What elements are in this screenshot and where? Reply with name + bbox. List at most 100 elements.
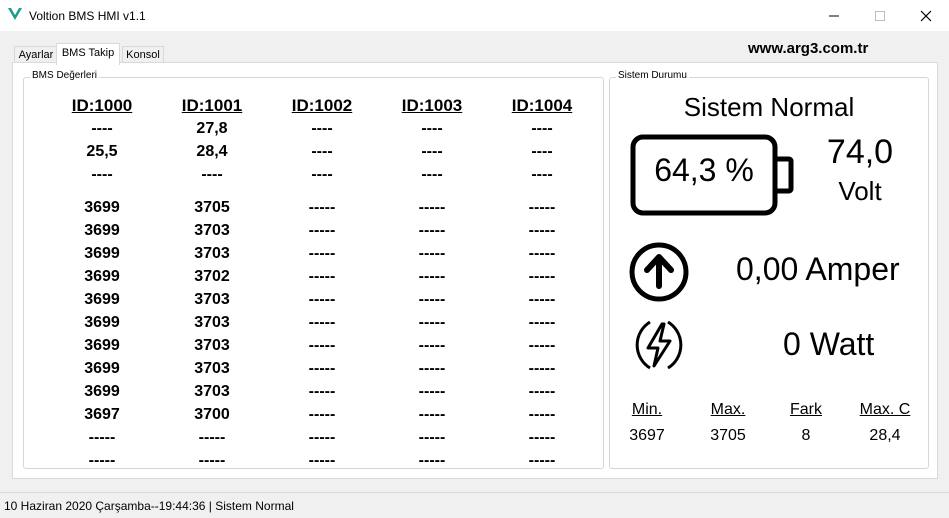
bms-cell-voltage: -----	[528, 337, 556, 354]
bms-cell-voltage: -----	[418, 268, 446, 285]
bms-temp-cell: ----	[311, 120, 333, 137]
bms-cell-voltage: 3699	[84, 314, 120, 331]
bms-spacer	[382, 186, 482, 196]
maximize-icon	[875, 10, 885, 21]
bms-values-group: BMS Değerleri ID:1000 ---- 25,5 ---- 3699 369…	[23, 70, 604, 472]
diff-label: Fark	[790, 401, 822, 418]
close-icon	[920, 10, 932, 21]
bms-cell-voltage: 3699	[84, 337, 120, 354]
bms-cell-voltage: -----	[528, 222, 556, 239]
bms-cell-voltage: -----	[528, 268, 556, 285]
bms-temp-cell: ----	[421, 166, 443, 183]
bms-column: ID:1001 27,8 28,4 ---- 3705 3703 3703 3702 3703 3…	[162, 94, 262, 472]
bms-column: ID:1002 ---- ---- ---- ----- ----- ----- ----- -…	[272, 94, 372, 472]
bms-cell-voltage: -----	[528, 291, 556, 308]
bms-cell-voltage: -----	[418, 360, 446, 377]
tab-bms-takip[interactable]: BMS Takip	[56, 43, 120, 65]
tab-panel: BMS Değerleri ID:1000 ---- 25,5 ---- 3699 369…	[12, 62, 938, 479]
bms-cell-voltage: 3699	[84, 245, 120, 262]
max-value: 3705	[710, 427, 746, 444]
bms-cell-voltage: -----	[88, 452, 116, 469]
bms-cell-voltage: -----	[528, 360, 556, 377]
bms-cell-voltage: 3703	[194, 383, 230, 400]
bms-cell-voltage: -----	[88, 429, 116, 446]
bms-column-header: ID:1000	[71, 96, 133, 115]
bms-cell-voltage: -----	[528, 429, 556, 446]
bms-cell-voltage: -----	[198, 452, 226, 469]
bms-cell-voltage: -----	[308, 452, 336, 469]
bms-cell-voltage: 3699	[84, 360, 120, 377]
bms-cell-voltage: -----	[418, 245, 446, 262]
bms-temp-cell: ----	[91, 120, 113, 137]
bms-cell-voltage: 3703	[194, 222, 230, 239]
minimize-icon	[829, 15, 839, 16]
min-label: Min.	[631, 401, 663, 418]
bms-column: ID:1004 ---- ---- ---- ----- ----- ----- ----- -…	[492, 94, 592, 472]
bms-spacer	[272, 186, 372, 196]
bms-temp-cell: ----	[531, 166, 553, 183]
system-status-text: Sistem Normal	[683, 92, 855, 122]
power-value: 0 Watt	[783, 326, 875, 362]
bms-cell-voltage: 3699	[84, 383, 120, 400]
bms-cell-voltage: -----	[528, 452, 556, 469]
bms-cell-voltage: -----	[418, 383, 446, 400]
bms-cell-voltage: -----	[308, 429, 336, 446]
bms-cell-voltage: -----	[308, 360, 336, 377]
bms-cell-voltage: 3702	[194, 268, 230, 285]
bms-temp-cell: ----	[421, 143, 443, 160]
bms-cell-voltage: -----	[418, 406, 446, 423]
minimize-button[interactable]	[811, 0, 857, 31]
close-button[interactable]	[903, 0, 949, 31]
bms-cell-voltage: 3703	[194, 314, 230, 331]
arrow-up-circle-icon	[629, 242, 689, 302]
max-c-value: 28,4	[869, 427, 901, 444]
bms-cell-voltage: 3699	[84, 291, 120, 308]
bms-cell-voltage: -----	[308, 383, 336, 400]
maximize-button[interactable]	[857, 0, 903, 31]
bms-temp-cell: ----	[531, 143, 553, 160]
bms-temp-cell: 25,5	[86, 143, 118, 160]
bms-cell-voltage: -----	[418, 337, 446, 354]
bms-spacer	[52, 186, 152, 196]
bms-cell-voltage: 3703	[194, 337, 230, 354]
bms-cell-voltage: -----	[418, 199, 446, 216]
voltage-value: 74,0	[826, 133, 894, 171]
bms-column-header: ID:1004	[511, 96, 573, 115]
bms-cell-voltage: -----	[308, 337, 336, 354]
state-of-charge: 64,3 %	[654, 152, 754, 188]
status-bar: 10 Haziran 2020 Çarşamba--19:44:36 | Sis…	[0, 492, 949, 518]
bms-cell-voltage: 3699	[84, 222, 120, 239]
max-label: Max.	[710, 401, 746, 418]
bms-spacer	[162, 186, 262, 196]
bms-cell-voltage: -----	[308, 406, 336, 423]
bms-group-title: BMS Değerleri	[30, 70, 100, 81]
bms-cell-voltage: -----	[418, 291, 446, 308]
diff-value: 8	[801, 427, 811, 444]
bms-cell-voltage: -----	[528, 314, 556, 331]
bms-cell-voltage: -----	[308, 222, 336, 239]
bms-cell-voltage: -----	[528, 383, 556, 400]
bms-column: ID:1003 ---- ---- ---- ----- ----- ----- ----- -…	[382, 94, 482, 472]
bms-cell-voltage: -----	[418, 452, 446, 469]
bms-temp-cell: 28,4	[196, 143, 228, 160]
bms-cell-voltage: 3705	[194, 199, 230, 216]
bms-column: ID:1000 ---- 25,5 ---- 3699 3699 3699 3699 3699 3…	[52, 94, 152, 472]
status-group-title: Sistem Durumu	[616, 70, 689, 81]
website-label: www.arg3.com.tr	[748, 40, 869, 57]
voltage-unit: Volt	[838, 176, 882, 206]
bms-cell-voltage: 3703	[194, 360, 230, 377]
bms-cell-voltage: -----	[528, 199, 556, 216]
bms-cell-voltage: 3703	[194, 291, 230, 308]
bms-cell-voltage: 3699	[84, 199, 120, 216]
bms-cell-voltage: -----	[308, 291, 336, 308]
title-bar: Voltion BMS HMI v1.1	[0, 0, 949, 31]
bms-cell-voltage: -----	[418, 222, 446, 239]
app-logo-icon	[8, 8, 22, 20]
current-value: 0,00 Amper	[736, 251, 900, 287]
bms-temp-cell: ----	[91, 166, 113, 183]
bms-cell-voltage: -----	[418, 314, 446, 331]
bms-cell-voltage: 3697	[84, 406, 120, 423]
window-title: Voltion BMS HMI v1.1	[29, 9, 146, 23]
bms-temp-cell: ----	[201, 166, 223, 183]
bms-cell-voltage: -----	[418, 429, 446, 446]
